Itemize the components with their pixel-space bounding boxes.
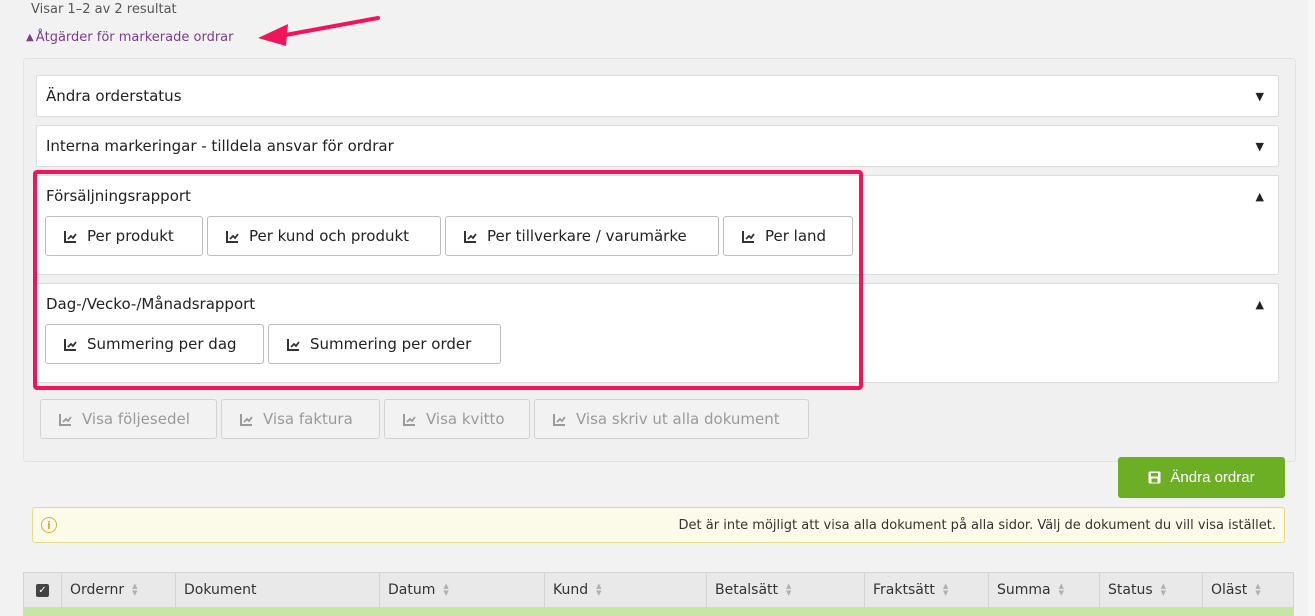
- actions-toggle-label: Åtgärder för markerade ordrar: [35, 30, 234, 45]
- orders-table-header: ✓ Ordernr ▲ ▼ Dokument Datum ▲ ▼ Kund ▲ ▼ B…: [23, 572, 1294, 608]
- accordion-header[interactable]: Ändra orderstatus ▼: [37, 76, 1278, 116]
- column-label: Ordernr: [70, 582, 125, 598]
- chart-icon: [742, 230, 755, 243]
- accordion-internal-markings[interactable]: Interna markeringar - tilldela ansvar fö…: [36, 125, 1279, 167]
- column-header-dokument: Dokument: [176, 573, 380, 607]
- period-report-buttons: Summering per dag Summering per order: [37, 324, 1278, 364]
- save-icon: [1148, 471, 1161, 484]
- summary-per-order-button[interactable]: Summering per order: [268, 324, 501, 364]
- button-label: Per kund och produkt: [249, 227, 410, 245]
- column-label: Status: [1108, 582, 1153, 598]
- triangle-up-icon: ▲: [26, 32, 34, 43]
- info-icon: i: [41, 517, 57, 533]
- column-label: Summa: [997, 582, 1051, 598]
- chart-icon: [64, 230, 77, 243]
- button-label: Visa följesedel: [82, 410, 190, 428]
- chart-icon: [403, 413, 416, 426]
- accordion-header[interactable]: Försäljningsrapport ▲: [37, 176, 1278, 216]
- accordion-sales-report: Försäljningsrapport ▲ Per produkt Per ku…: [36, 175, 1279, 275]
- per-country-button[interactable]: Per land: [723, 216, 853, 256]
- document-buttons: Visa följesedel Visa faktura Visa kvitto…: [40, 399, 809, 439]
- annotation-arrow-icon: [258, 16, 380, 46]
- sort-icon: ▲ ▼: [1160, 582, 1167, 597]
- sort-icon: ▲ ▼: [786, 582, 792, 597]
- button-label: Ändra ordrar: [1170, 469, 1255, 486]
- caret-down-icon: ▼: [1255, 139, 1264, 153]
- chart-icon: [226, 230, 239, 243]
- chart-icon: [464, 230, 477, 243]
- show-print-all-button[interactable]: Visa skriv ut alla dokument: [534, 399, 809, 439]
- warning-banner: i Det är inte möjligt att visa alla doku…: [32, 507, 1285, 543]
- accordion-title: Interna markeringar - tilldela ansvar fö…: [46, 137, 394, 155]
- button-label: Summering per dag: [87, 335, 237, 353]
- caret-down-icon: ▼: [1255, 89, 1264, 103]
- column-header-ordernr[interactable]: Ordernr ▲ ▼: [62, 573, 176, 607]
- column-label: Oläst: [1211, 582, 1248, 598]
- button-label: Per produkt: [87, 227, 174, 245]
- result-count: Visar 1–2 av 2 resultat: [31, 2, 177, 17]
- button-label: Per tillverkare / varumärke: [487, 227, 687, 245]
- column-label: Datum: [388, 582, 436, 598]
- column-label: Fraktsätt: [873, 582, 935, 598]
- accordion-title: Ändra orderstatus: [46, 87, 182, 105]
- column-header-fraktsatt[interactable]: Fraktsätt ▲ ▼: [865, 573, 989, 607]
- per-manufacturer-brand-button[interactable]: Per tillverkare / varumärke: [445, 216, 719, 256]
- sort-icon: ▲ ▼: [132, 582, 138, 597]
- per-product-button[interactable]: Per produkt: [45, 216, 203, 256]
- sort-icon: ▲ ▼: [443, 582, 449, 597]
- select-all-cell[interactable]: ✓: [24, 573, 62, 607]
- column-label: Kund: [553, 582, 589, 598]
- chart-icon: [59, 413, 72, 426]
- column-label: Betalsätt: [715, 582, 779, 598]
- column-header-datum[interactable]: Datum ▲ ▼: [380, 573, 545, 607]
- accordion-title: Dag-/Vecko-/Månadsrapport: [46, 295, 256, 313]
- sales-report-buttons: Per produkt Per kund och produkt Per til…: [37, 216, 1278, 256]
- button-label: Per land: [765, 227, 827, 245]
- column-header-kund[interactable]: Kund ▲ ▼: [545, 573, 707, 607]
- caret-up-icon: ▲: [1255, 297, 1264, 311]
- chart-icon: [553, 413, 566, 426]
- accordion-period-report: Dag-/Vecko-/Månadsrapport ▲ Summering pe…: [36, 283, 1279, 383]
- show-receipt-button[interactable]: Visa kvitto: [384, 399, 530, 439]
- show-packing-slip-button[interactable]: Visa följesedel: [40, 399, 217, 439]
- chart-icon: [287, 338, 300, 351]
- show-invoice-button[interactable]: Visa faktura: [221, 399, 380, 439]
- sort-icon: ▲ ▼: [596, 582, 602, 597]
- change-orders-button[interactable]: Ändra ordrar: [1118, 457, 1285, 498]
- accordion-order-status[interactable]: Ändra orderstatus ▼: [36, 75, 1279, 117]
- column-header-summa[interactable]: Summa ▲ ▼: [989, 573, 1100, 607]
- button-label: Visa faktura: [263, 410, 353, 428]
- caret-up-icon: ▲: [1255, 189, 1264, 203]
- scrollbar[interactable]: [1308, 0, 1315, 616]
- column-header-status[interactable]: Status ▲ ▼: [1100, 573, 1203, 607]
- sort-icon: ▲ ▼: [1058, 582, 1065, 597]
- sort-icon: ▲ ▼: [1255, 582, 1261, 597]
- sort-icon: ▲ ▼: [942, 582, 949, 597]
- button-label: Visa kvitto: [426, 410, 505, 428]
- chart-icon: [240, 413, 253, 426]
- per-customer-product-button[interactable]: Per kund och produkt: [207, 216, 441, 256]
- button-label: Visa skriv ut alla dokument: [576, 410, 780, 428]
- column-header-betalsatt[interactable]: Betalsätt ▲ ▼: [707, 573, 865, 607]
- checkbox-checked-icon[interactable]: ✓: [36, 583, 49, 597]
- accordion-title: Försäljningsrapport: [46, 187, 191, 205]
- chart-icon: [64, 338, 77, 351]
- column-label: Dokument: [184, 582, 257, 598]
- column-header-olast[interactable]: Oläst ▲ ▼: [1203, 573, 1293, 607]
- warning-text: Det är inte möjligt att visa alla dokume…: [678, 517, 1276, 533]
- actions-toggle-link[interactable]: ▲ Åtgärder för markerade ordrar: [26, 30, 233, 45]
- accordion-header[interactable]: Dag-/Vecko-/Månadsrapport ▲: [37, 284, 1278, 324]
- button-label: Summering per order: [310, 335, 472, 353]
- summary-per-day-button[interactable]: Summering per dag: [45, 324, 264, 364]
- accordion-header[interactable]: Interna markeringar - tilldela ansvar fö…: [37, 126, 1278, 166]
- table-row[interactable]: [23, 608, 1294, 616]
